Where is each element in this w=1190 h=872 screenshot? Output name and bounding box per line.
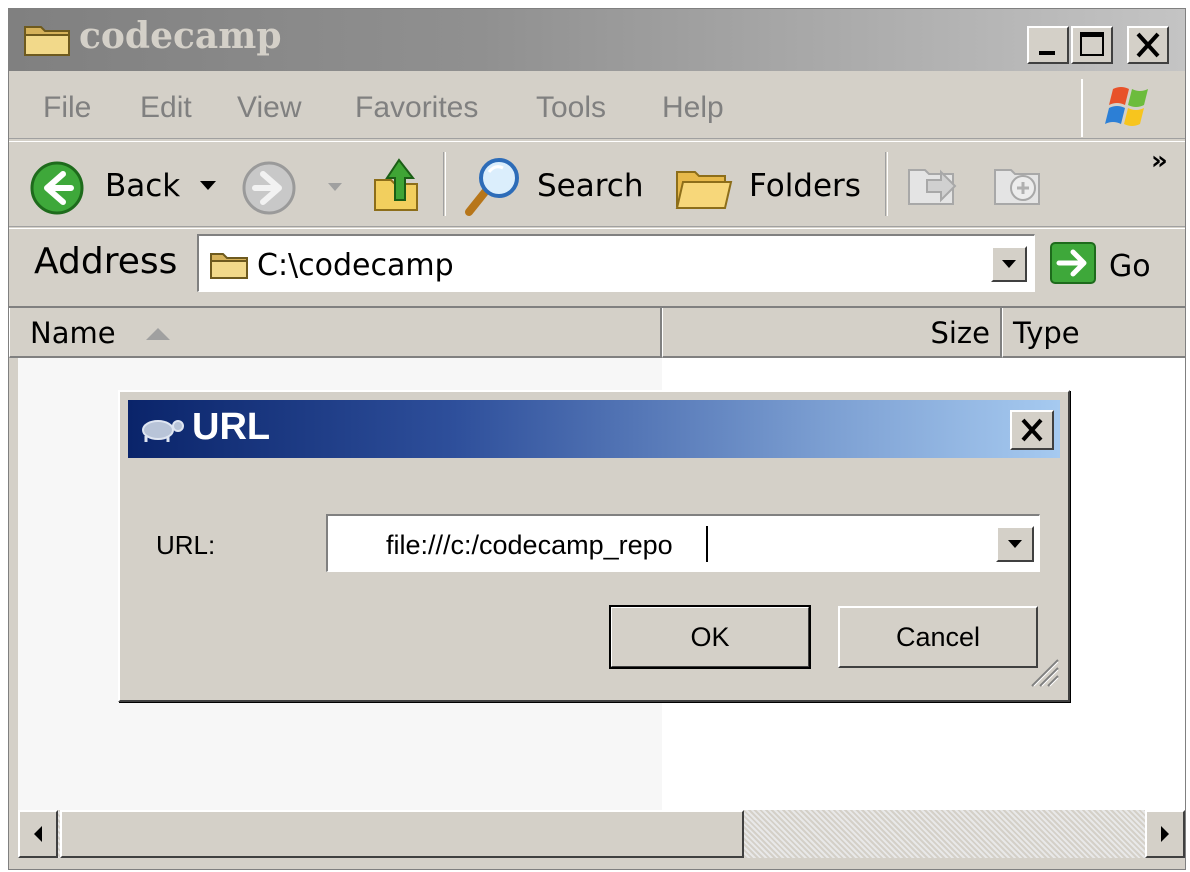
copy-to-button[interactable] [991,160,1049,216]
menu-edit[interactable]: Edit [140,91,192,125]
url-input[interactable]: file:///c:/codecamp_repo [386,530,673,561]
forward-button[interactable] [241,160,297,220]
search-icon [465,158,519,216]
menu-favorites[interactable]: Favorites [355,91,478,125]
forward-arrow-icon [242,161,296,215]
up-button[interactable] [369,154,427,220]
address-dropdown-button[interactable] [991,246,1027,282]
close-icon [1021,418,1043,442]
resize-grip-icon[interactable] [1024,652,1060,688]
url-dialog: URL URL: file:///c:/codecamp_repo OK Can… [118,390,1070,702]
cancel-button[interactable]: Cancel [838,606,1038,668]
menu-bar: File Edit View Favorites Tools Help [9,73,1185,139]
column-header-name[interactable]: Name [9,308,662,358]
forward-dropdown-icon[interactable] [327,182,343,192]
toolbar-separator [443,152,446,216]
windows-logo [1081,79,1181,137]
back-label[interactable]: Back [105,168,180,204]
back-arrow-icon [30,161,84,215]
url-label: URL: [156,530,216,560]
sort-ascending-icon [146,328,170,340]
minimize-button[interactable] [1027,26,1069,64]
window-title: codecamp [79,15,282,57]
address-path[interactable]: C:\codecamp [257,248,454,283]
minimize-icon [1039,51,1055,55]
column-header-size[interactable]: Size [662,308,1002,358]
list-header: Name Size Type [9,306,1185,358]
back-button[interactable] [29,160,85,220]
address-input[interactable]: C:\codecamp [197,234,1035,292]
windows-logo-icon [1105,87,1148,126]
column-header-label: Size [930,316,990,350]
maximize-icon [1080,32,1104,56]
folders-icon [675,171,733,209]
search-label[interactable]: Search [537,168,644,204]
close-button[interactable] [1127,26,1169,64]
chevron-down-icon [1002,260,1016,268]
toolbar-separator [885,152,888,216]
scroll-right-button[interactable] [1145,810,1185,858]
dialog-close-button[interactable] [1010,410,1054,450]
folders-label[interactable]: Folders [749,168,861,204]
folder-icon [210,253,248,279]
maximize-button[interactable] [1071,26,1113,64]
column-header-type[interactable]: Type [1002,308,1185,358]
move-to-icon [908,169,957,205]
back-dropdown-icon[interactable] [199,180,217,192]
column-header-label: Name [30,316,116,350]
search-button[interactable] [461,156,525,222]
standard-toolbar: Back Search Folders » [9,141,1185,227]
ok-button[interactable]: OK [609,605,811,669]
copy-to-icon [994,169,1040,205]
dialog-title: URL [192,406,271,448]
text-caret [706,526,708,562]
address-bar: Address C:\codecamp Go [9,228,1185,300]
menu-help[interactable]: Help [662,91,724,125]
chevron-down-icon [1008,540,1022,548]
address-label: Address [34,241,178,282]
arrow-left-icon [34,826,42,842]
url-combobox[interactable]: file:///c:/codecamp_repo [326,514,1040,572]
go-arrow-icon [1050,242,1096,284]
menu-view[interactable]: View [237,91,301,125]
scroll-left-button[interactable] [18,810,58,858]
column-header-label: Type [1013,316,1080,350]
close-icon [1136,32,1160,58]
move-to-button[interactable] [905,160,961,216]
folders-button[interactable] [673,158,735,218]
window-titlebar[interactable]: codecamp [9,9,1185,71]
go-button[interactable] [1049,241,1097,289]
folder-icon [23,21,73,61]
tortoise-icon [142,420,184,442]
url-dropdown-button[interactable] [996,526,1034,562]
arrow-right-icon [1161,826,1169,842]
toolbar-overflow[interactable]: » [1151,146,1168,176]
horizontal-scrollbar[interactable] [18,810,1185,858]
folder-up-icon [374,158,418,211]
menu-file[interactable]: File [43,91,91,125]
menu-tools[interactable]: Tools [536,91,606,125]
go-label[interactable]: Go [1109,249,1151,284]
scrollbar-thumb[interactable] [60,810,744,858]
dialog-titlebar[interactable]: URL [128,400,1060,458]
